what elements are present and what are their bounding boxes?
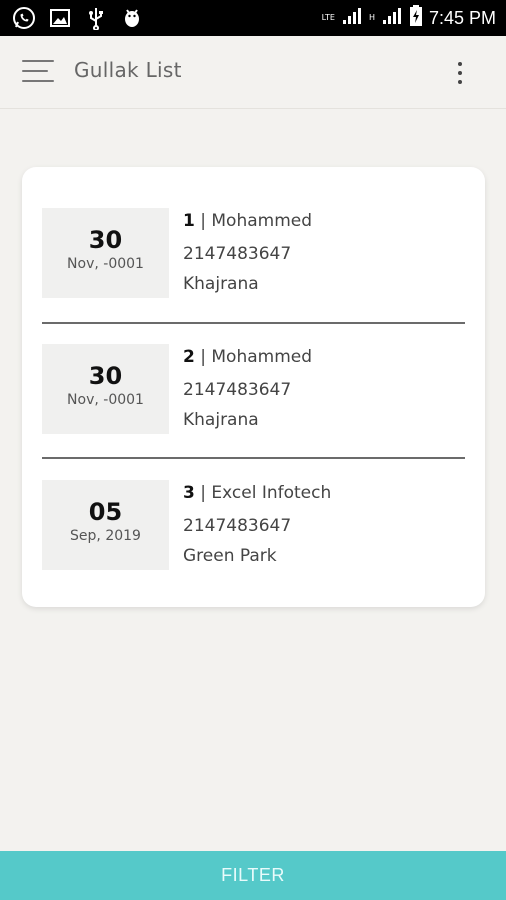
gallery-icon (48, 6, 72, 30)
item-number: 3 (183, 483, 195, 503)
usb-icon (84, 6, 108, 31)
item-separator: | (194, 483, 212, 503)
item-location: Green Park (183, 546, 277, 566)
list-item[interactable]: 30 Nov, -0001 1 | Mohammed 2147483647 Kh… (42, 208, 465, 300)
item-name: Mohammed (211, 347, 313, 367)
status-bar: LTE H 7:45 PM (0, 0, 506, 36)
item-phone: 2147483647 (183, 380, 292, 400)
item-name: Mohammed (211, 211, 313, 231)
divider (42, 457, 465, 459)
app-bar: Gullak List (0, 36, 506, 109)
date-box: 30 Nov, -0001 (42, 208, 169, 298)
item-separator: | (194, 211, 212, 231)
item-info: 1 | Mohammed 2147483647 Khajrana (183, 208, 463, 296)
page-title: Gullak List (74, 58, 182, 82)
divider (42, 322, 465, 324)
date-box: 30 Nov, -0001 (42, 344, 169, 434)
android-debug-icon (120, 6, 144, 30)
item-name: Excel Infotech (211, 483, 332, 503)
item-phone: 2147483647 (183, 516, 292, 536)
battery-charging-icon (409, 5, 423, 31)
list-item[interactable]: 05 Sep, 2019 3 | Excel Infotech 21474836… (42, 480, 465, 572)
hamburger-menu-icon[interactable] (22, 58, 54, 86)
date-month-year: Sep, 2019 (70, 528, 141, 544)
item-phone: 2147483647 (183, 244, 292, 264)
network-type-indicator-2: H (368, 13, 375, 22)
more-vertical-icon[interactable] (452, 60, 468, 86)
item-separator: | (194, 347, 212, 367)
signal-icon (341, 6, 363, 30)
clock: 7:45 PM (428, 7, 496, 28)
signal-icon (381, 6, 403, 30)
item-info: 2 | Mohammed 2147483647 Khajrana (183, 344, 463, 432)
whatsapp-icon (12, 6, 36, 30)
item-info: 3 | Excel Infotech 2147483647 Green Park (183, 480, 463, 568)
item-location: Khajrana (183, 274, 259, 294)
list-item[interactable]: 30 Nov, -0001 2 | Mohammed 2147483647 Kh… (42, 344, 465, 436)
date-month-year: Nov, -0001 (67, 256, 144, 272)
item-number: 2 (183, 347, 195, 367)
date-day: 30 (88, 362, 123, 390)
gullak-list-card: 30 Nov, -0001 1 | Mohammed 2147483647 Kh… (22, 167, 485, 607)
item-number: 1 (183, 211, 195, 231)
date-box: 05 Sep, 2019 (42, 480, 169, 570)
network-type-indicator: LTE (321, 13, 335, 22)
date-month-year: Nov, -0001 (67, 392, 144, 408)
date-day: 05 (88, 498, 123, 526)
item-location: Khajrana (183, 410, 259, 430)
date-day: 30 (88, 226, 123, 254)
filter-button[interactable]: FILTER (0, 851, 506, 900)
